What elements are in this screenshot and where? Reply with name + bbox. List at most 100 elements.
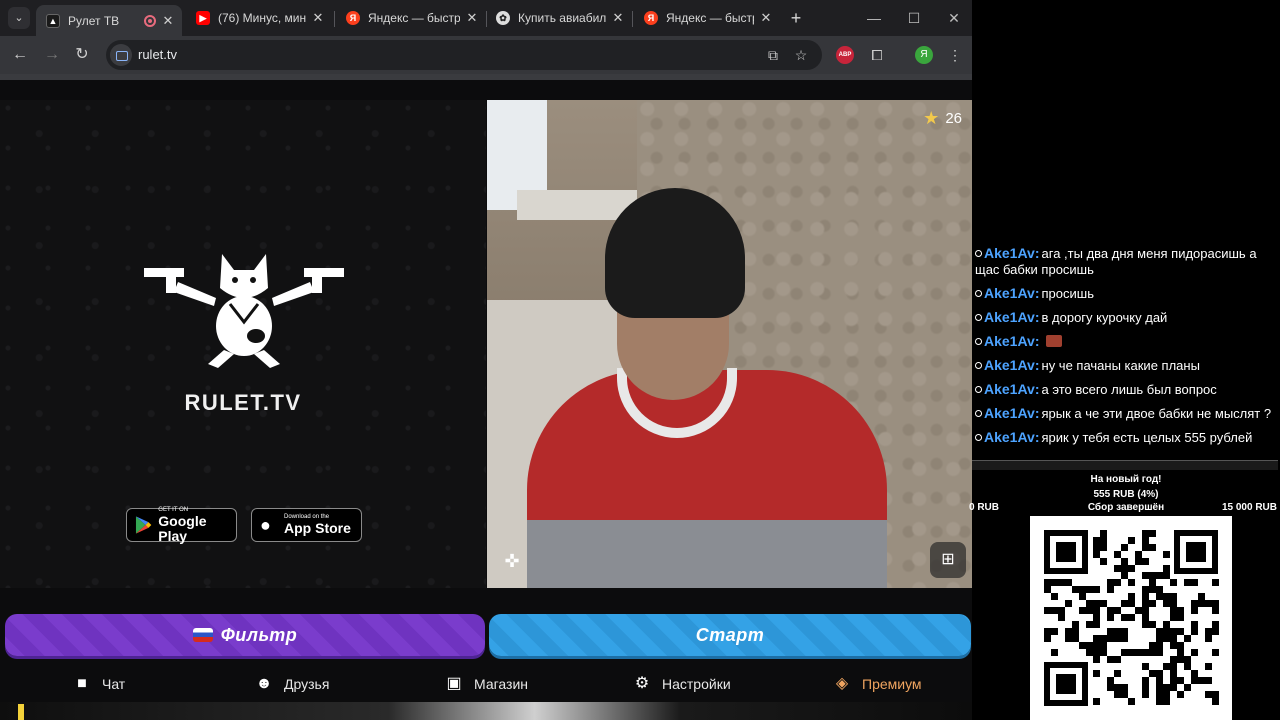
qr-module [1135,558,1142,565]
qr-module [1170,656,1177,663]
install-app-icon[interactable]: ⧉ [764,46,782,64]
qr-module [1072,635,1079,642]
qr-module [1163,565,1170,572]
qr-module [1093,607,1100,614]
qr-module [1065,579,1072,586]
qr-module [1149,621,1156,628]
qr-module [1170,677,1177,684]
nav-friends-label: Друзья [284,676,330,692]
qr-module [1163,621,1170,628]
qr-module [1093,698,1100,705]
qr-module [1156,642,1163,649]
qr-module [1170,607,1177,614]
google-play-icon [135,516,152,534]
qr-module [1100,530,1107,537]
browser-window: ⌄ ▲ Рулет ТВ ✕ ▶ (76) Минус, минус ✕ Я Я… [0,0,972,720]
qr-module [1114,628,1121,635]
gift-icon[interactable]: ⊞ [930,542,966,578]
nav-settings[interactable]: ⚙ Настройки [632,672,731,696]
nav-premium[interactable]: ◈ Премиум [832,672,922,696]
qr-module [1212,600,1219,607]
shopping-bag-icon: ▣ [446,675,462,692]
bookmark-star-icon[interactable]: ☆ [792,46,810,64]
qr-module [1051,593,1058,600]
qr-module [1212,628,1219,635]
qr-module [1156,586,1163,593]
bullet-icon [975,386,982,393]
qr-module [1163,663,1170,670]
close-icon[interactable]: ✕ [758,10,774,26]
qr-module [1107,614,1114,621]
nav-shop[interactable]: ▣ Магазин [444,672,528,696]
qr-module [1170,579,1177,586]
address-bar[interactable]: rulet.tv ⧉ ☆ [106,40,822,70]
extensions-puzzle-icon[interactable]: ⧠ [868,46,886,64]
start-button[interactable]: Старт [489,614,971,656]
back-arrow-icon[interactable]: ← [10,45,30,65]
adblock-plus-icon[interactable]: ABP [836,46,854,64]
tab-title: Яндекс — быстрый [368,11,460,25]
tab-search-button[interactable]: ⌄ [8,7,30,29]
qr-module [1093,649,1100,656]
new-tab-button[interactable]: + [786,8,806,28]
tab-yandex-1[interactable]: Я Яндекс — быстрый ✕ [336,5,486,31]
qr-module [1177,691,1184,698]
tab-title: Купить авиабилет [518,11,606,25]
nav-shop-label: Магазин [474,676,529,692]
google-play-button[interactable]: GET IT ON Google Play [126,507,237,543]
maximize-icon[interactable]: ☐ [904,8,924,28]
qr-module [1093,600,1100,607]
tab-yandex-2[interactable]: Я Яндекс — быстрый ✕ [634,5,780,31]
nav-chat[interactable]: ■ Чат [72,672,125,696]
qr-module [1170,670,1177,677]
qr-module [1135,649,1142,656]
tab-youtube[interactable]: ▶ (76) Минус, минус ✕ [186,5,332,31]
qr-module [1142,572,1149,579]
qr-module [1149,586,1156,593]
close-icon[interactable]: ✕ [464,10,480,26]
app-store-button[interactable]: ● Download on the App Store [251,508,362,542]
qr-module [1051,607,1058,614]
qr-module [1121,544,1128,551]
close-icon[interactable]: ✕ [610,10,626,26]
site-info-icon[interactable] [110,44,132,66]
qr-module [1135,551,1142,558]
window-close-icon[interactable]: ✕ [944,8,964,28]
qr-module [1163,593,1170,600]
qr-module [1128,614,1135,621]
qr-module [1142,621,1149,628]
close-icon[interactable]: ✕ [160,13,176,29]
aviasales-favicon: ✿ [496,11,510,25]
qr-module [1163,551,1170,558]
qr-module [1086,600,1093,607]
tab-aviasales[interactable]: ✿ Купить авиабилет ✕ [486,5,632,31]
close-icon[interactable]: ✕ [310,10,326,26]
qr-module [1205,628,1212,635]
reload-icon[interactable]: ↻ [72,45,92,65]
qr-module [1191,607,1198,614]
qr-module [1212,649,1219,656]
chat-message: Ake1Av: ярык а че эти двое бабки не мысля… [972,404,1280,428]
qr-module [1205,677,1212,684]
profile-avatar[interactable]: Я [915,46,933,64]
gamepad-icon[interactable]: ✜ [501,550,523,572]
menu-kebab-icon[interactable]: ⋮ [946,46,964,64]
qr-module [1058,607,1065,614]
qr-module [1114,579,1121,586]
qr-module [1044,635,1051,642]
tab-rulet[interactable]: ▲ Рулет ТВ ✕ [36,5,182,36]
qr-module [1212,691,1219,698]
qr-module [1191,649,1198,656]
chat-bubble-icon: ■ [77,675,87,692]
qr-module [1149,642,1156,649]
qr-module [1051,579,1058,586]
filter-button[interactable]: Фильтр [5,614,485,656]
forward-arrow-icon[interactable]: → [42,45,62,65]
qr-module [1156,593,1163,600]
nav-friends[interactable]: ☻ Друзья [254,672,330,696]
qr-module [1177,649,1184,656]
qr-module [1170,684,1177,691]
video-person-shirt-band [527,520,887,588]
address-url[interactable]: rulet.tv [138,47,177,62]
minimize-icon[interactable]: — [864,8,884,28]
